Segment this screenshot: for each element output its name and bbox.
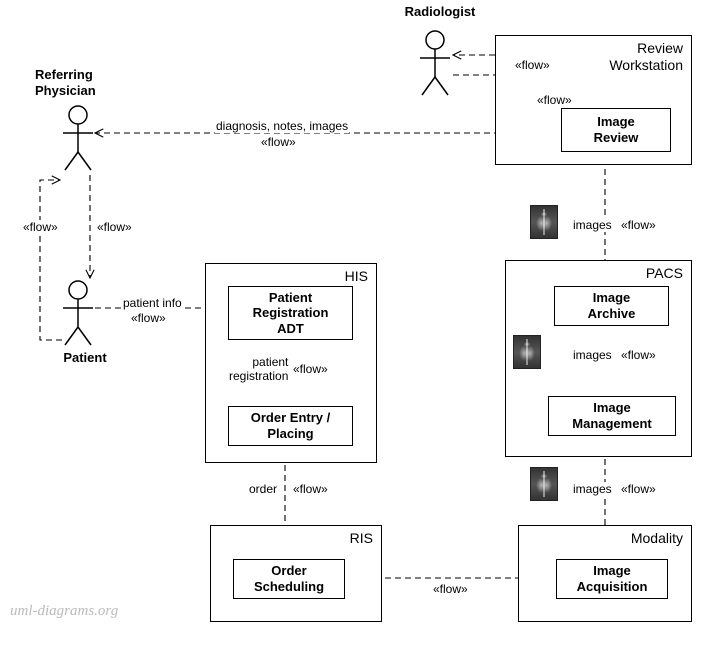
box-order-scheduling: Order Scheduling (233, 559, 345, 599)
box-order-entry: Order Entry / Placing (228, 406, 353, 446)
stereo-order: «flow» (292, 482, 329, 496)
box-image-management: Image Management (548, 396, 676, 436)
actor-referring-physician (63, 106, 93, 170)
stereo-refphys-to-patient: «flow» (96, 220, 133, 234)
label-referring-physician: Referring Physician (35, 67, 125, 98)
stereo-ris-modality: «flow» (432, 582, 469, 596)
label-radiologist: Radiologist (395, 4, 485, 20)
xray-icon (513, 335, 541, 369)
label-images-2: images (572, 348, 613, 362)
stereo-patient-registration: «flow» (292, 362, 329, 376)
stereo-review-radiologist-2: «flow» (536, 93, 573, 107)
flow-patient-to-refphys (40, 180, 62, 340)
box-image-acquisition: Image Acquisition (556, 559, 668, 599)
stereo-images-1: «flow» (620, 482, 657, 496)
actor-radiologist (420, 31, 450, 95)
stereo-images-2: «flow» (620, 348, 657, 362)
stereo-patient-info: «flow» (130, 311, 167, 325)
label-patient: Patient (50, 350, 120, 366)
title-modality: Modality (631, 530, 683, 547)
watermark: uml-diagrams.org (10, 603, 118, 620)
stereo-diagnosis: «flow» (260, 135, 297, 149)
label-patient-registration: patient registration (228, 355, 289, 384)
xray-icon (530, 467, 558, 501)
label-images-1: images (572, 482, 613, 496)
title-review-workstation: Review Workstation (609, 40, 683, 74)
title-ris: RIS (350, 530, 373, 547)
xray-icon (530, 205, 558, 239)
box-image-review: Image Review (561, 108, 671, 152)
actor-patient (63, 281, 93, 345)
box-image-archive: Image Archive (554, 286, 669, 326)
title-pacs: PACS (646, 265, 683, 282)
title-his: HIS (345, 268, 368, 285)
box-patient-registration: Patient Registration ADT (228, 286, 353, 340)
stereo-images-3: «flow» (620, 218, 657, 232)
label-diagnosis: diagnosis, notes, images (215, 119, 349, 133)
label-order: order (248, 482, 278, 496)
label-images-3: images (572, 218, 613, 232)
container-ris: RIS Order Scheduling (210, 525, 382, 622)
stereo-review-radiologist-1: «flow» (514, 58, 551, 72)
container-modality: Modality Image Acquisition (518, 525, 692, 622)
container-review-workstation: Review Workstation Image Review (495, 35, 692, 165)
label-patient-info: patient info (122, 296, 183, 310)
stereo-patient-to-refphys: «flow» (22, 220, 59, 234)
